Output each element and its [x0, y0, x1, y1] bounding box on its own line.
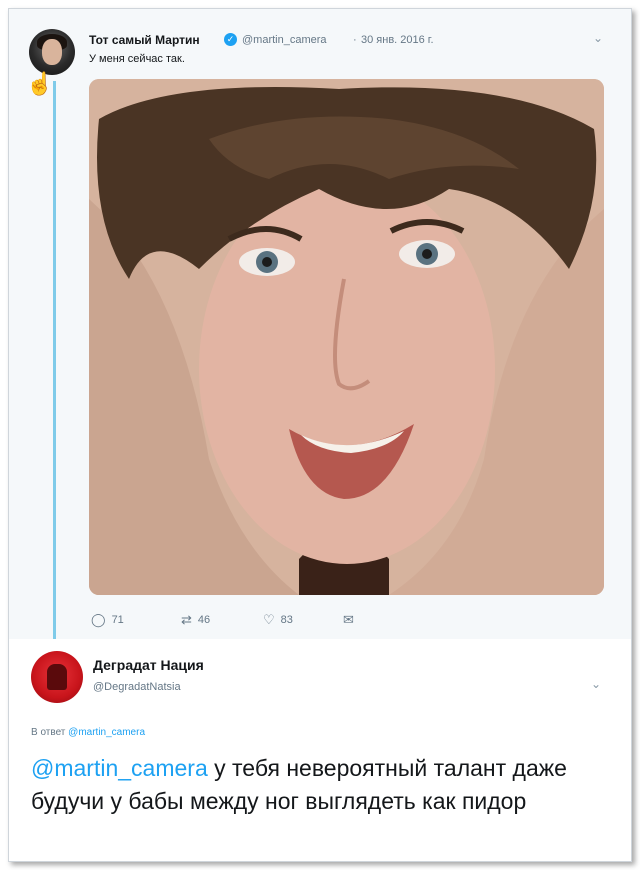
original-tweet[interactable]: ☝ Тот самый Мартин ✓ @martin_camera · 30…: [9, 9, 631, 634]
reply-tweet[interactable]: Деградат Нация @DegradatNatsia ⌄ В ответ…: [9, 639, 631, 861]
message-button[interactable]: ✉: [343, 612, 360, 628]
reply-prefix: В ответ: [31, 727, 66, 738]
reply-count: 71: [111, 614, 124, 626]
reply-author-name[interactable]: Деградат Нация: [93, 657, 204, 673]
tweet-text: У меня сейчас так.: [89, 53, 185, 65]
heart-icon: ♡: [263, 612, 275, 627]
author-avatar[interactable]: [29, 29, 75, 75]
envelope-icon: ✉: [343, 612, 354, 627]
like-count: 83: [280, 614, 293, 626]
tweet-photo[interactable]: [89, 79, 604, 595]
author-name[interactable]: Тот самый Мартин: [89, 33, 200, 47]
tweet-date[interactable]: 30 янв. 2016 г.: [361, 34, 434, 46]
retweet-icon: ⇄: [181, 612, 192, 627]
chevron-down-icon[interactable]: ⌄: [591, 677, 601, 691]
verified-badge-icon: ✓: [224, 33, 237, 46]
reply-text: @martin_camera у тебя невероятный талант…: [31, 752, 611, 818]
reply-to-link[interactable]: @martin_camera: [68, 727, 145, 738]
retweet-button[interactable]: ⇄ 46: [181, 612, 210, 628]
reply-context: В ответ @martin_camera: [31, 727, 145, 738]
reply-author-handle[interactable]: @DegradatNatsia: [93, 681, 181, 693]
screenshot-frame: ☝ Тот самый Мартин ✓ @martin_camera · 30…: [8, 8, 632, 862]
reply-author-avatar[interactable]: [31, 651, 83, 703]
thread-line: [53, 81, 56, 651]
hand-cursor-icon: ☝: [26, 71, 54, 96]
chevron-down-icon[interactable]: ⌄: [593, 31, 603, 45]
author-handle[interactable]: @martin_camera: [242, 34, 327, 46]
separator-dot: ·: [353, 34, 357, 46]
retweet-count: 46: [197, 614, 211, 626]
reply-icon: ◯: [91, 612, 106, 627]
reply-button[interactable]: ◯ 71: [91, 612, 124, 628]
mention-link[interactable]: @martin_camera: [31, 755, 208, 781]
like-button[interactable]: ♡ 83: [263, 612, 293, 628]
